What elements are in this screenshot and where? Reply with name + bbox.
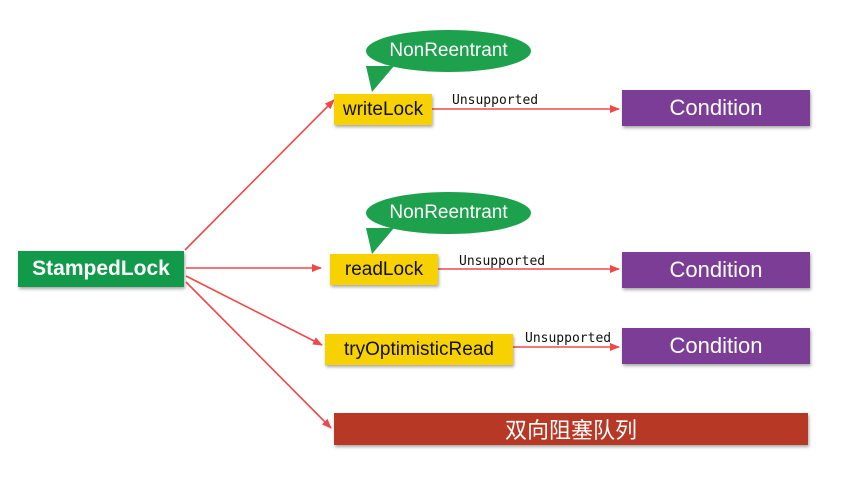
- stampedlock-node: StampedLock: [18, 251, 184, 287]
- bubble-tail-writelock: [366, 66, 394, 92]
- arrow-root-to-tryoptimisticread: [185, 275, 323, 346]
- condition-node-readlock: Condition: [622, 252, 810, 288]
- edge-label-readlock: Unsupported: [459, 254, 546, 269]
- arrow-root-to-queue: [185, 281, 332, 429]
- edge-label-tryoptimisticread: Unsupported: [525, 331, 612, 346]
- bidirectional-blocking-queue-node: 双向阻塞队列: [334, 413, 808, 445]
- arrows-layer: [184, 99, 620, 429]
- condition-node-tryoptimisticread: Condition: [622, 328, 810, 364]
- condition-node-writelock: Condition: [622, 90, 810, 126]
- writelock-node: writeLock: [334, 94, 432, 125]
- bubble-tail-readlock: [366, 228, 394, 254]
- readlock-node: readLock: [330, 254, 438, 285]
- tryoptimisticread-node: tryOptimisticRead: [325, 334, 513, 365]
- edge-label-writelock: Unsupported: [452, 93, 539, 108]
- arrow-root-to-writelock: [184, 99, 335, 251]
